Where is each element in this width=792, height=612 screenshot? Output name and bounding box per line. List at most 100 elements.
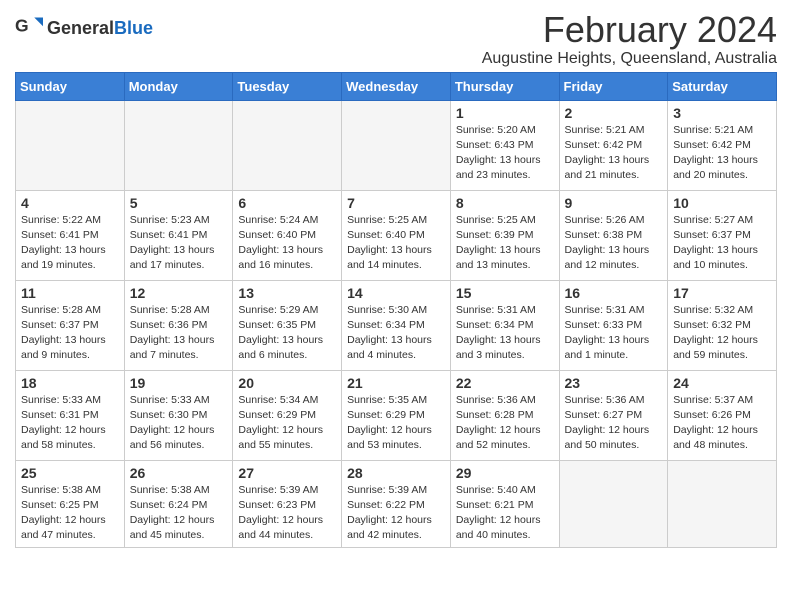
logo-general: General [47,18,114,38]
cell-w2-d2: 5 Sunrise: 5:23 AMSunset: 6:41 PMDaylight… [124,190,233,280]
cell-w4-d6: 23 Sunrise: 5:36 AMSunset: 6:27 PMDayligh… [559,370,668,460]
cell-w2-d7: 10 Sunrise: 5:27 AMSunset: 6:37 PMDayligh… [668,190,777,280]
header-saturday: Saturday [668,72,777,100]
day-number: 12 [130,285,228,301]
day-number: 20 [238,375,336,391]
day-info: Sunrise: 5:38 AMSunset: 6:25 PMDaylight:… [21,483,119,544]
day-number: 7 [347,195,445,211]
cell-w4-d2: 19 Sunrise: 5:33 AMSunset: 6:30 PMDayligh… [124,370,233,460]
day-number: 29 [456,465,554,481]
svg-text:G: G [15,16,29,36]
day-number: 4 [21,195,119,211]
day-info: Sunrise: 5:38 AMSunset: 6:24 PMDaylight:… [130,483,228,544]
day-info: Sunrise: 5:25 AMSunset: 6:40 PMDaylight:… [347,213,445,274]
cell-w5-d3: 27 Sunrise: 5:39 AMSunset: 6:23 PMDayligh… [233,460,342,548]
cell-w4-d4: 21Sunrise: 5:35 AMSunset: 6:29 PMDayligh… [342,370,451,460]
day-info: Sunrise: 5:39 AMSunset: 6:22 PMDaylight:… [347,483,445,544]
day-info: Sunrise: 5:33 AMSunset: 6:31 PMDaylight:… [21,393,119,454]
header-monday: Monday [124,72,233,100]
week-row-3: 11Sunrise: 5:28 AMSunset: 6:37 PMDayligh… [16,280,777,370]
day-number: 5 [130,195,228,211]
week-row-1: 1Sunrise: 5:20 AMSunset: 6:43 PMDaylight… [16,100,777,190]
day-number: 3 [673,105,771,121]
day-number: 22 [456,375,554,391]
day-info: Sunrise: 5:36 AMSunset: 6:28 PMDaylight:… [456,393,554,454]
day-number: 25 [21,465,119,481]
logo-text: GeneralBlue [47,18,153,39]
day-number: 21 [347,375,445,391]
cell-w5-d4: 28Sunrise: 5:39 AMSunset: 6:22 PMDayligh… [342,460,451,548]
cell-w4-d3: 20 Sunrise: 5:34 AMSunset: 6:29 PMDayligh… [233,370,342,460]
cell-w3-d3: 13 Sunrise: 5:29 AMSunset: 6:35 PMDayligh… [233,280,342,370]
day-info: Sunrise: 5:33 AMSunset: 6:30 PMDaylight:… [130,393,228,454]
day-info: Sunrise: 5:23 AMSunset: 6:41 PMDaylight:… [130,213,228,274]
day-info: Sunrise: 5:22 AMSunset: 6:41 PMDaylight:… [21,213,119,274]
cell-w3-d6: 16Sunrise: 5:31 AMSunset: 6:33 PMDayligh… [559,280,668,370]
header-thursday: Thursday [450,72,559,100]
cell-w3-d2: 12 Sunrise: 5:28 AMSunset: 6:36 PMDayligh… [124,280,233,370]
day-number: 1 [456,105,554,121]
day-number: 24 [673,375,771,391]
day-info: Sunrise: 5:31 AMSunset: 6:34 PMDaylight:… [456,303,554,364]
day-number: 16 [565,285,663,301]
cell-w4-d5: 22 Sunrise: 5:36 AMSunset: 6:28 PMDayligh… [450,370,559,460]
cell-w3-d4: 14 Sunrise: 5:30 AMSunset: 6:34 PMDayligh… [342,280,451,370]
cell-w1-d6: 2 Sunrise: 5:21 AMSunset: 6:42 PMDaylight… [559,100,668,190]
day-number: 14 [347,285,445,301]
cell-w2-d4: 7 Sunrise: 5:25 AMSunset: 6:40 PMDaylight… [342,190,451,280]
cell-w5-d6 [559,460,668,548]
logo-blue: Blue [114,18,153,38]
day-number: 13 [238,285,336,301]
day-info: Sunrise: 5:39 AMSunset: 6:23 PMDaylight:… [238,483,336,544]
day-number: 27 [238,465,336,481]
header-friday: Friday [559,72,668,100]
calendar: Sunday Monday Tuesday Wednesday Thursday… [15,72,777,549]
day-number: 9 [565,195,663,211]
header: G GeneralBlue February 2024 Augustine He… [15,10,777,68]
cell-w5-d1: 25 Sunrise: 5:38 AMSunset: 6:25 PMDayligh… [16,460,125,548]
day-info: Sunrise: 5:27 AMSunset: 6:37 PMDaylight:… [673,213,771,274]
cell-w2-d1: 4 Sunrise: 5:22 AMSunset: 6:41 PMDaylight… [16,190,125,280]
day-number: 18 [21,375,119,391]
cell-w1-d2 [124,100,233,190]
cell-w2-d3: 6Sunrise: 5:24 AMSunset: 6:40 PMDaylight… [233,190,342,280]
header-tuesday: Tuesday [233,72,342,100]
weekday-header-row: Sunday Monday Tuesday Wednesday Thursday… [16,72,777,100]
location-title: Augustine Heights, Queensland, Australia [482,50,777,68]
day-number: 10 [673,195,771,211]
day-number: 17 [673,285,771,301]
day-info: Sunrise: 5:24 AMSunset: 6:40 PMDaylight:… [238,213,336,274]
cell-w1-d3 [233,100,342,190]
cell-w3-d5: 15Sunrise: 5:31 AMSunset: 6:34 PMDayligh… [450,280,559,370]
cell-w3-d7: 17Sunrise: 5:32 AMSunset: 6:32 PMDayligh… [668,280,777,370]
week-row-2: 4 Sunrise: 5:22 AMSunset: 6:41 PMDaylight… [16,190,777,280]
day-number: 8 [456,195,554,211]
day-info: Sunrise: 5:40 AMSunset: 6:21 PMDaylight:… [456,483,554,544]
cell-w5-d5: 29 Sunrise: 5:40 AMSunset: 6:21 PMDayligh… [450,460,559,548]
cell-w1-d7: 3 Sunrise: 5:21 AMSunset: 6:42 PMDaylight… [668,100,777,190]
day-number: 19 [130,375,228,391]
cell-w2-d5: 8Sunrise: 5:25 AMSunset: 6:39 PMDaylight… [450,190,559,280]
cell-w5-d2: 26 Sunrise: 5:38 AMSunset: 6:24 PMDayligh… [124,460,233,548]
cell-w3-d1: 11Sunrise: 5:28 AMSunset: 6:37 PMDayligh… [16,280,125,370]
day-number: 11 [21,285,119,301]
cell-w4-d7: 24Sunrise: 5:37 AMSunset: 6:26 PMDayligh… [668,370,777,460]
day-info: Sunrise: 5:34 AMSunset: 6:29 PMDaylight:… [238,393,336,454]
day-info: Sunrise: 5:21 AMSunset: 6:42 PMDaylight:… [565,123,663,184]
logo: G GeneralBlue [15,14,153,42]
day-number: 23 [565,375,663,391]
title-area: February 2024 Augustine Heights, Queensl… [482,10,777,68]
cell-w1-d1 [16,100,125,190]
day-number: 26 [130,465,228,481]
week-row-4: 18 Sunrise: 5:33 AMSunset: 6:31 PMDayligh… [16,370,777,460]
day-info: Sunrise: 5:28 AMSunset: 6:36 PMDaylight:… [130,303,228,364]
cell-w1-d4 [342,100,451,190]
day-number: 2 [565,105,663,121]
day-info: Sunrise: 5:26 AMSunset: 6:38 PMDaylight:… [565,213,663,274]
cell-w4-d1: 18 Sunrise: 5:33 AMSunset: 6:31 PMDayligh… [16,370,125,460]
day-info: Sunrise: 5:21 AMSunset: 6:42 PMDaylight:… [673,123,771,184]
logo-icon: G [15,14,43,42]
day-info: Sunrise: 5:30 AMSunset: 6:34 PMDaylight:… [347,303,445,364]
day-info: Sunrise: 5:29 AMSunset: 6:35 PMDaylight:… [238,303,336,364]
day-info: Sunrise: 5:36 AMSunset: 6:27 PMDaylight:… [565,393,663,454]
